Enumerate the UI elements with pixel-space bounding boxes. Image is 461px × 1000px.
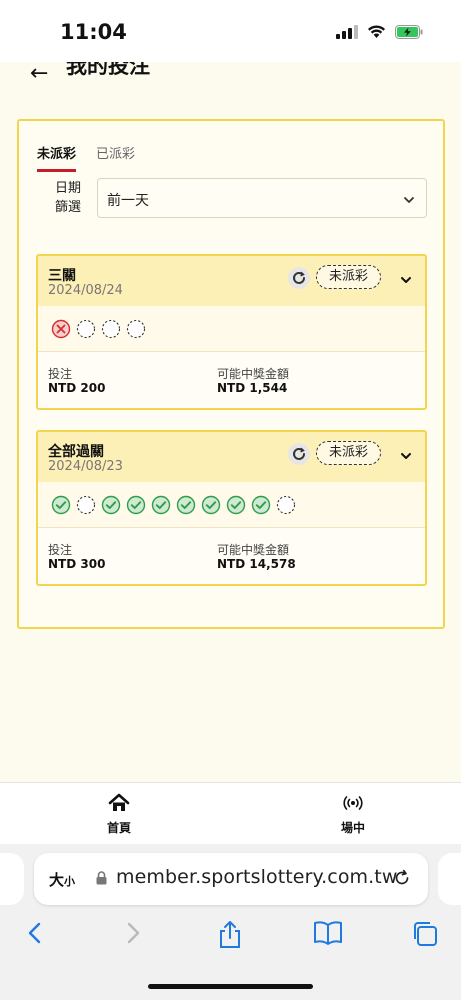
- leg-won-icon: [251, 495, 271, 515]
- battery-charging-icon: [395, 24, 423, 39]
- bet-card[interactable]: 全部過關 2024/08/23 未派彩 投注 NTD 300 可能中獎金額 NT…: [36, 430, 427, 586]
- previous-tab-pill[interactable]: [0, 853, 24, 905]
- bookmarks-icon[interactable]: [313, 920, 343, 950]
- expand-chevron-icon[interactable]: [399, 448, 413, 467]
- date-filter-label-line2: 篩選: [54, 200, 81, 215]
- url-text: member.sportslottery.com.tw: [116, 866, 398, 888]
- status-badge: 未派彩: [316, 265, 382, 289]
- status-icons: [336, 24, 423, 39]
- browser-toolbar: [0, 916, 461, 956]
- potential-payout-value: NTD 14,578: [217, 557, 296, 571]
- live-broadcast-icon: [343, 796, 363, 810]
- nav-item-home[interactable]: 首頁: [89, 793, 149, 836]
- stake-value: NTD 300: [48, 557, 106, 571]
- leg-won-icon: [126, 495, 146, 515]
- back-button[interactable]: ←: [30, 63, 48, 85]
- bet-card-footer: 投注 NTD 300 可能中獎金額 NTD 14,578: [38, 528, 425, 584]
- status-time: 11:04: [60, 20, 127, 44]
- bet-legs: [38, 482, 425, 528]
- nav-label-home: 首頁: [106, 821, 131, 835]
- potential-payout-column: 可能中獎金額 NTD 14,578: [217, 543, 296, 571]
- potential-payout-label: 可能中獎金額: [217, 543, 290, 557]
- potential-payout-value: NTD 1,544: [217, 381, 288, 395]
- home-icon: [108, 793, 130, 811]
- bet-card-footer: 投注 NTD 200 可能中獎金額 NTD 1,544: [38, 352, 425, 408]
- tab-settled[interactable]: 已派彩: [96, 143, 135, 172]
- expand-chevron-icon[interactable]: [399, 272, 413, 291]
- tabs-icon[interactable]: [411, 920, 439, 952]
- leg-lost-icon: [51, 319, 71, 339]
- back-icon[interactable]: [24, 920, 46, 950]
- tab-unsettled[interactable]: 未派彩: [37, 143, 77, 172]
- bet-type: 三關: [48, 268, 76, 284]
- stake-column: 投注 NTD 300: [48, 543, 105, 571]
- page-title: 我的投注: [66, 62, 150, 78]
- leg-pending-icon: [76, 319, 96, 339]
- bet-date: 2024/08/24: [48, 283, 123, 298]
- app-header: ← 我的投注: [0, 62, 461, 86]
- reload-icon[interactable]: [392, 868, 412, 892]
- status-bar: 11:04: [0, 0, 461, 62]
- lock-icon: [96, 870, 107, 889]
- refresh-icon: [293, 447, 305, 460]
- my-bets-panel: 未派彩 已派彩 日期 篩選 前一天 三關 2024/08/24 未派彩 投注 N…: [17, 119, 445, 629]
- date-filter-value: 前一天: [107, 193, 149, 209]
- date-filter-label-line1: 日期: [54, 181, 81, 196]
- leg-won-icon: [101, 495, 121, 515]
- leg-pending-icon: [76, 495, 96, 515]
- wifi-icon: [367, 24, 386, 39]
- leg-pending-icon: [126, 319, 146, 339]
- stake-label: 投注: [48, 543, 73, 557]
- bet-legs: [38, 306, 425, 352]
- status-badge: 未派彩: [316, 441, 382, 465]
- refresh-button[interactable]: [288, 443, 310, 465]
- leg-won-icon: [226, 495, 246, 515]
- refresh-icon: [293, 271, 305, 284]
- leg-won-icon: [51, 495, 71, 515]
- stake-value: NTD 200: [48, 381, 106, 395]
- forward-icon[interactable]: [122, 920, 144, 950]
- refresh-button[interactable]: [288, 267, 310, 289]
- date-filter-select[interactable]: 前一天: [97, 178, 427, 218]
- leg-won-icon: [176, 495, 196, 515]
- leg-won-icon: [151, 495, 171, 515]
- bet-card-header: 三關 2024/08/24 未派彩: [38, 256, 425, 306]
- browser-chrome: 大小 member.sportslottery.com.tw: [0, 844, 461, 1000]
- date-filter-label: 日期 篩選: [48, 179, 88, 217]
- potential-payout-label: 可能中獎金額: [217, 367, 290, 381]
- bet-card-header: 全部過關 2024/08/23 未派彩: [38, 432, 425, 482]
- text-size-button[interactable]: 大小: [49, 869, 75, 890]
- bet-status-tabs: 未派彩 已派彩: [37, 143, 135, 172]
- share-icon[interactable]: [217, 920, 243, 954]
- nav-item-live[interactable]: 場中: [323, 793, 383, 836]
- leg-pending-icon: [276, 495, 296, 515]
- bet-card[interactable]: 三關 2024/08/24 未派彩 投注 NTD 200 可能中獎金額 NTD …: [36, 254, 427, 410]
- stake-column: 投注 NTD 200: [48, 367, 105, 395]
- potential-payout-column: 可能中獎金額 NTD 1,544: [217, 367, 289, 395]
- cellular-signal-icon: [336, 24, 358, 39]
- home-indicator: [148, 984, 313, 989]
- chevron-down-icon: [402, 192, 416, 211]
- bet-date: 2024/08/23: [48, 459, 123, 474]
- stake-label: 投注: [48, 367, 73, 381]
- bet-type: 全部過關: [48, 444, 104, 460]
- leg-won-icon: [201, 495, 221, 515]
- leg-pending-icon: [101, 319, 121, 339]
- nav-label-live: 場中: [340, 821, 365, 835]
- address-bar[interactable]: 大小 member.sportslottery.com.tw: [34, 853, 428, 905]
- next-tab-pill[interactable]: [438, 853, 461, 905]
- bottom-navigation: 首頁 場中: [0, 782, 461, 844]
